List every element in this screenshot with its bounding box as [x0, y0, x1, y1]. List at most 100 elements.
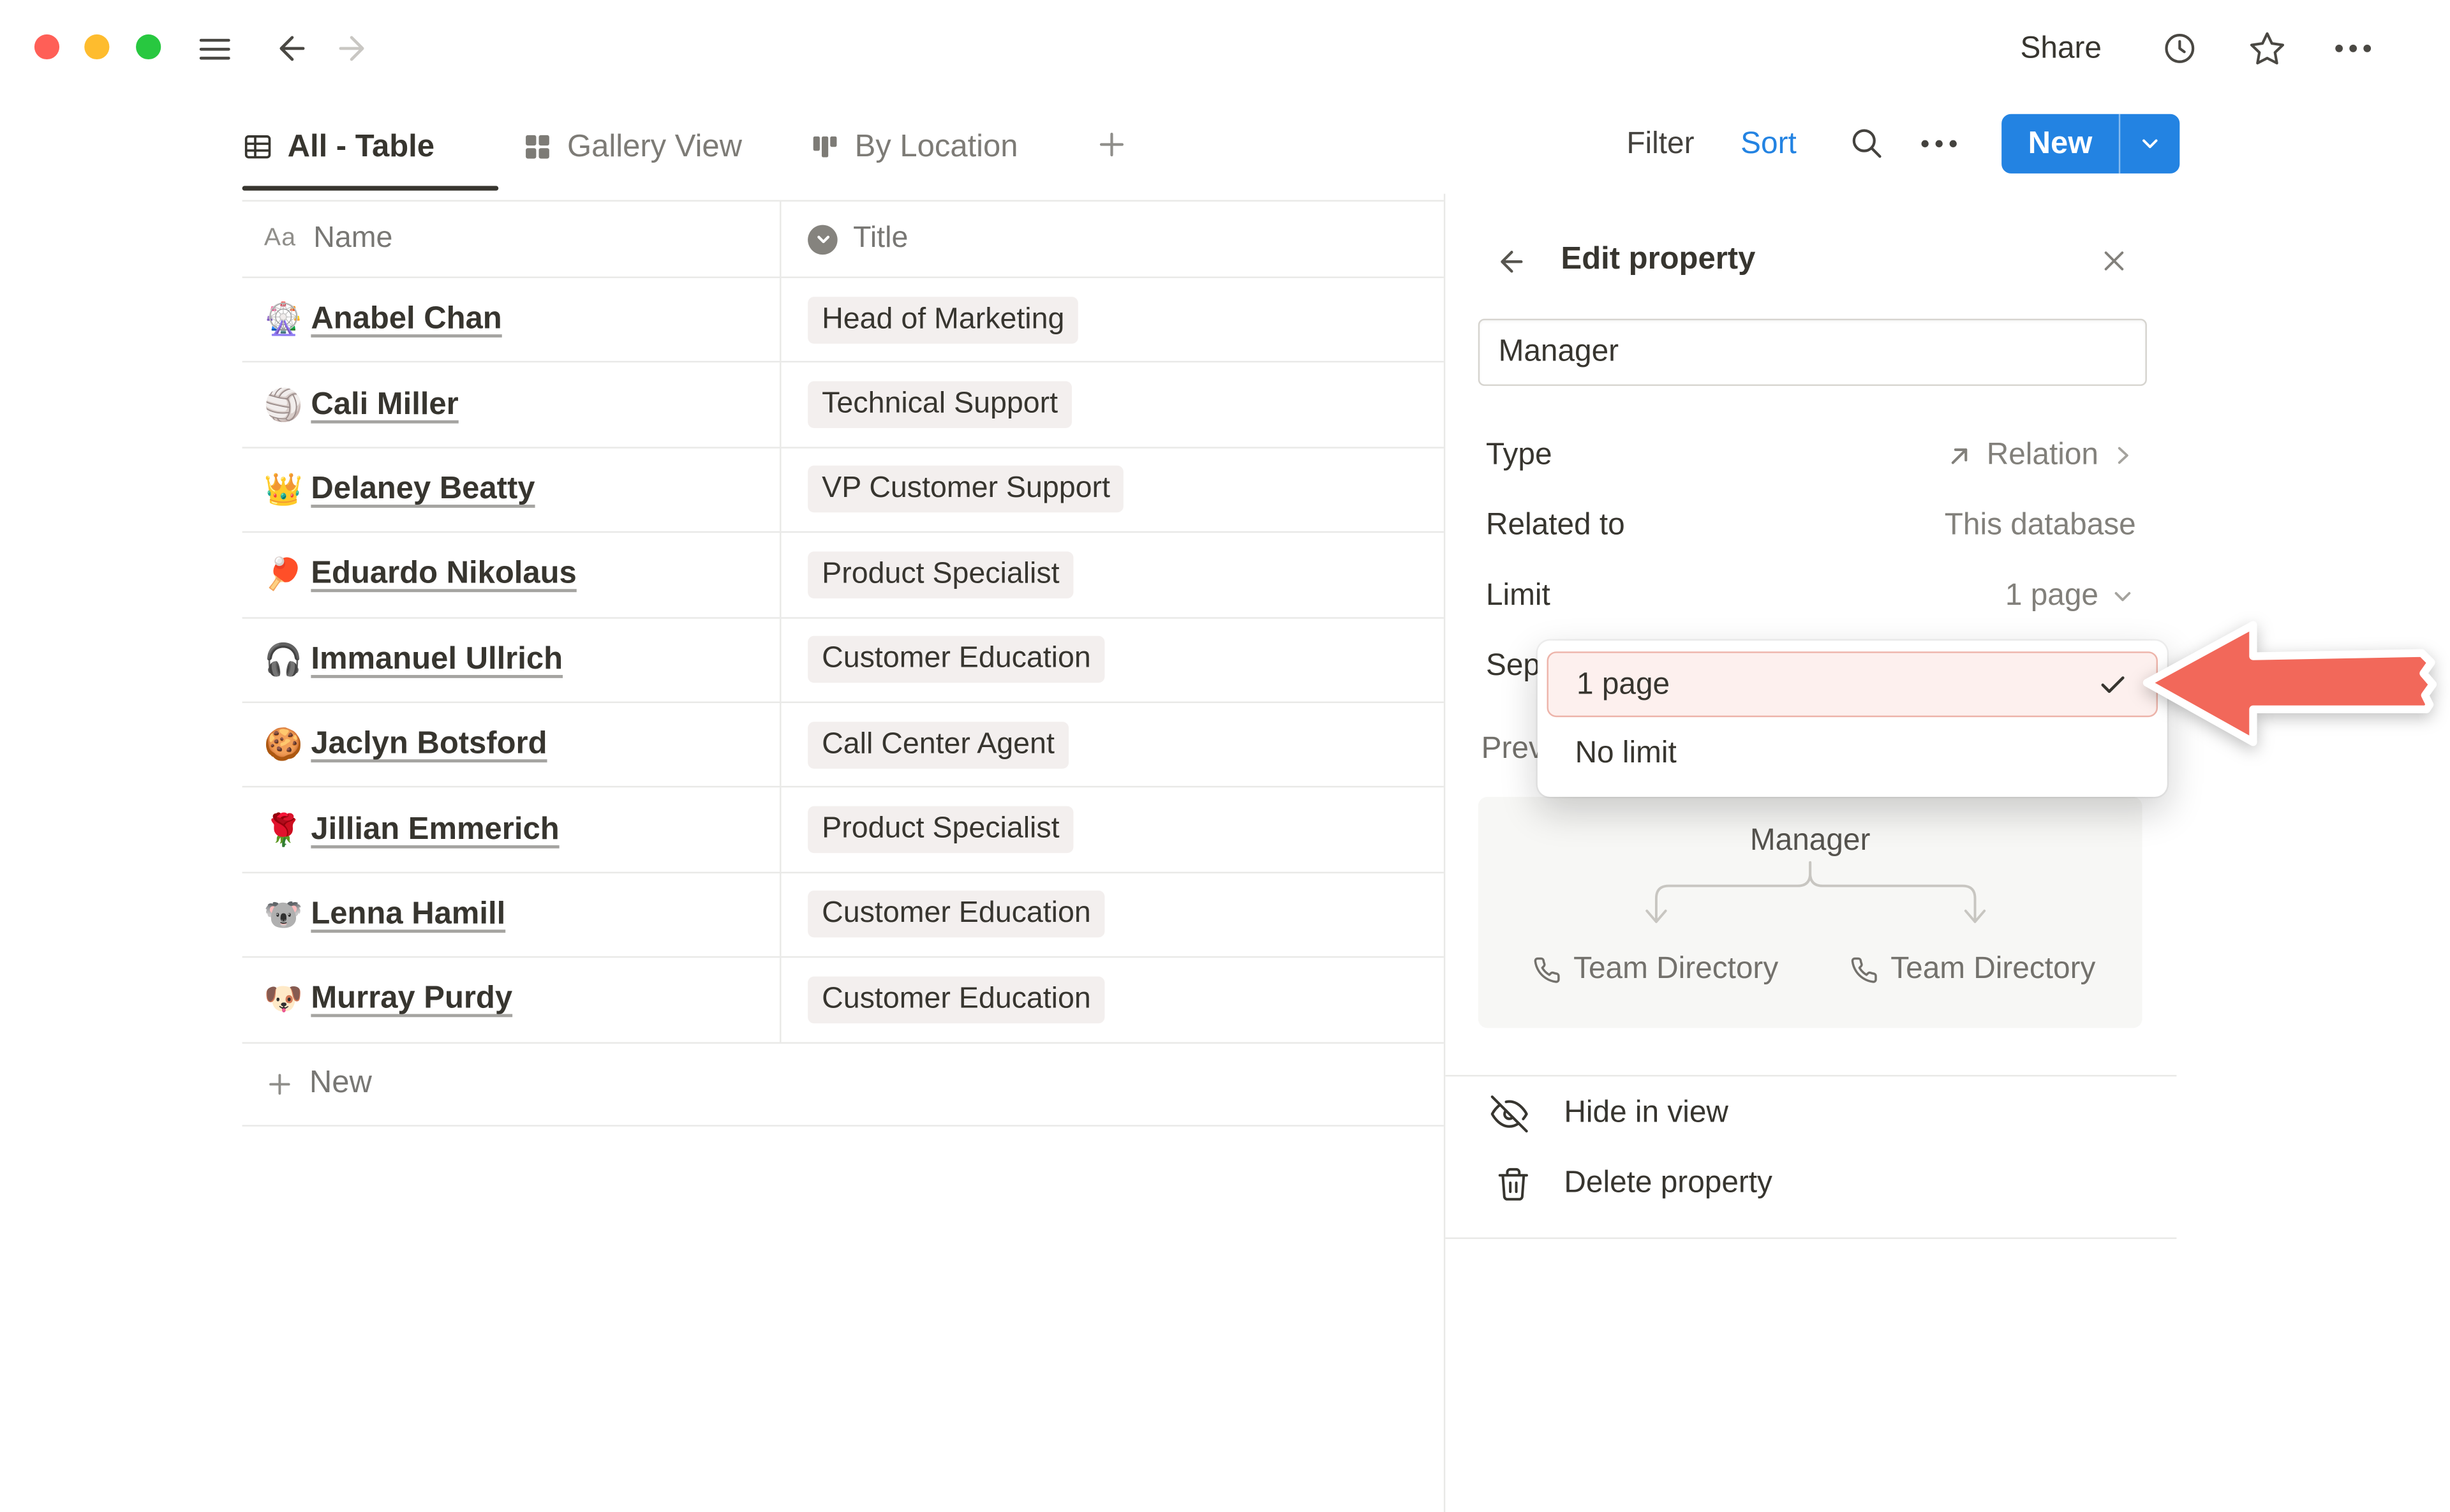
page-emoji: 🏓	[264, 555, 311, 594]
share-button[interactable]: Share	[2021, 30, 2102, 68]
name-cell[interactable]: 👑Delaney Beatty	[242, 448, 780, 531]
title-cell[interactable]: Customer Education	[780, 958, 1444, 1042]
table-row: 🌹Jillian Emmerich Product Specialist	[242, 788, 1444, 873]
title-cell[interactable]: Call Center Agent	[780, 703, 1444, 787]
table-row: 👑Delaney Beatty VP Customer Support	[242, 448, 1444, 533]
name-cell[interactable]: 🎡Anabel Chan	[242, 278, 780, 362]
page-link[interactable]: Jaclyn Botsford	[311, 727, 547, 762]
name-cell[interactable]: 🐨Lenna Hamill	[242, 873, 780, 956]
new-button-dropdown-icon[interactable]	[2120, 114, 2179, 174]
hamburger-menu-icon[interactable]	[195, 30, 234, 69]
traffic-light-minimize[interactable]	[84, 34, 109, 59]
related-value-text: This database	[1945, 505, 2136, 547]
preview-root-label: Manager	[1478, 824, 2142, 859]
name-cell[interactable]: 🐶Murray Purdy	[242, 958, 780, 1042]
page-emoji: 🏐	[264, 385, 311, 424]
select-tag: Head of Marketing	[808, 297, 1078, 343]
preview-child-label: Team Directory	[1890, 951, 2095, 987]
new-button[interactable]: New	[2001, 114, 2179, 174]
panel-back-icon[interactable]	[1496, 245, 1528, 278]
preview-child-right: Team Directory	[1850, 951, 2096, 987]
tab-gallery-view[interactable]: Gallery View	[522, 119, 742, 175]
search-icon[interactable]	[1848, 125, 1884, 161]
name-cell[interactable]: 🌹Jillian Emmerich	[242, 788, 780, 871]
sort-button[interactable]: Sort	[1741, 123, 1797, 164]
property-row-type-label: Type	[1486, 434, 1552, 477]
property-row-type-value[interactable]: Relation	[1945, 434, 2136, 477]
limit-dropdown-menu: 1 page No limit	[1538, 641, 2167, 797]
dropdown-option-no-limit[interactable]: No limit	[1547, 720, 2158, 786]
forward-arrow-icon[interactable]	[333, 30, 371, 68]
table-header-row: Aa Name Title	[242, 200, 1444, 278]
name-cell[interactable]: 🍪Jaclyn Botsford	[242, 703, 780, 787]
select-tag: Customer Education	[808, 891, 1105, 938]
relation-preview-connectors	[1478, 861, 2142, 936]
traffic-light-close[interactable]	[34, 34, 59, 59]
dropdown-option-1-page[interactable]: 1 page	[1547, 651, 2158, 717]
title-cell[interactable]: VP Customer Support	[780, 448, 1444, 531]
page-emoji: 👑	[264, 470, 311, 509]
page-emoji: 🎡	[264, 300, 311, 339]
select-tag: Customer Education	[808, 976, 1105, 1023]
add-view-icon[interactable]	[1094, 126, 1129, 162]
table-row: 🏓Eduardo Nikolaus Product Specialist	[242, 533, 1444, 618]
property-row-related-value[interactable]: This database	[1945, 505, 2136, 547]
clock-history-icon[interactable]	[2161, 30, 2199, 68]
tab-all-table[interactable]: All - Table	[242, 119, 434, 175]
title-cell[interactable]: Technical Support	[780, 363, 1444, 447]
page-link[interactable]: Eduardo Nikolaus	[311, 557, 576, 593]
table-row: 🎡Anabel Chan Head of Marketing	[242, 278, 1444, 363]
title-cell[interactable]: Product Specialist	[780, 533, 1444, 617]
property-name-input[interactable]	[1478, 319, 2147, 386]
page-link[interactable]: Murray Purdy	[311, 982, 512, 1018]
close-icon[interactable]	[2100, 247, 2128, 275]
property-row-related-label: Related to	[1486, 505, 1625, 547]
title-cell[interactable]: Product Specialist	[780, 788, 1444, 871]
new-row-button[interactable]: New	[242, 1043, 1444, 1126]
filter-button[interactable]: Filter	[1626, 123, 1694, 164]
page-link[interactable]: Immanuel Ullrich	[311, 642, 563, 678]
column-header-name[interactable]: Aa Name	[242, 202, 780, 277]
tab-by-location[interactable]: By Location	[810, 119, 1018, 175]
column-header-title[interactable]: Title	[780, 202, 1444, 277]
favorite-star-icon[interactable]	[2248, 30, 2286, 68]
property-row-limit-value[interactable]: 1 page	[2005, 575, 2136, 617]
hide-in-view-button[interactable]: Hide in view	[1564, 1095, 1728, 1131]
tab-label: Gallery View	[567, 129, 742, 165]
page-link[interactable]: Jillian Emmerich	[311, 812, 559, 847]
back-arrow-icon[interactable]	[274, 30, 311, 68]
select-property-icon	[808, 224, 838, 254]
database-table: Aa Name Title 🎡Anabel Chan Head of Marke…	[242, 200, 1444, 1125]
title-cell[interactable]: Customer Education	[780, 873, 1444, 956]
title-cell[interactable]: Head of Marketing	[780, 278, 1444, 362]
table-row: 🎧Immanuel Ullrich Customer Education	[242, 618, 1444, 703]
active-tab-underline	[242, 186, 499, 190]
delete-property-button[interactable]: Delete property	[1564, 1166, 1772, 1201]
page-emoji: 🐶	[264, 980, 311, 1019]
select-tag: VP Customer Support	[808, 466, 1124, 513]
name-cell[interactable]: 🏓Eduardo Nikolaus	[242, 533, 780, 617]
preview-child-label: Team Directory	[1573, 951, 1778, 987]
option-label: 1 page	[1577, 666, 1670, 702]
page-link[interactable]: Cali Miller	[311, 387, 458, 422]
table-row: 🍪Jaclyn Botsford Call Center Agent	[242, 703, 1444, 788]
page-link[interactable]: Delaney Beatty	[311, 472, 535, 508]
checkmark-icon	[2097, 669, 2128, 700]
page-link[interactable]: Anabel Chan	[311, 302, 501, 337]
title-cell[interactable]: Customer Education	[780, 618, 1444, 702]
page-emoji: 🍪	[264, 725, 311, 764]
page-link[interactable]: Lenna Hamill	[311, 897, 505, 933]
name-cell[interactable]: 🏐Cali Miller	[242, 363, 780, 447]
eye-off-icon	[1489, 1095, 1530, 1133]
tab-label: By Location	[855, 129, 1018, 165]
panel-title: Edit property	[1561, 242, 1756, 278]
board-view-icon	[810, 131, 841, 163]
notion-window: Share All - Table Gallery View By Locati…	[0, 0, 2450, 1512]
traffic-light-zoom[interactable]	[136, 34, 161, 59]
name-cell[interactable]: 🎧Immanuel Ullrich	[242, 618, 780, 702]
table-view-icon	[242, 131, 274, 163]
annotation-arrow	[2134, 609, 2450, 758]
new-row-label: New	[309, 1065, 372, 1101]
more-options-icon[interactable]	[2331, 30, 2375, 68]
view-more-options-icon[interactable]	[1915, 125, 1962, 163]
